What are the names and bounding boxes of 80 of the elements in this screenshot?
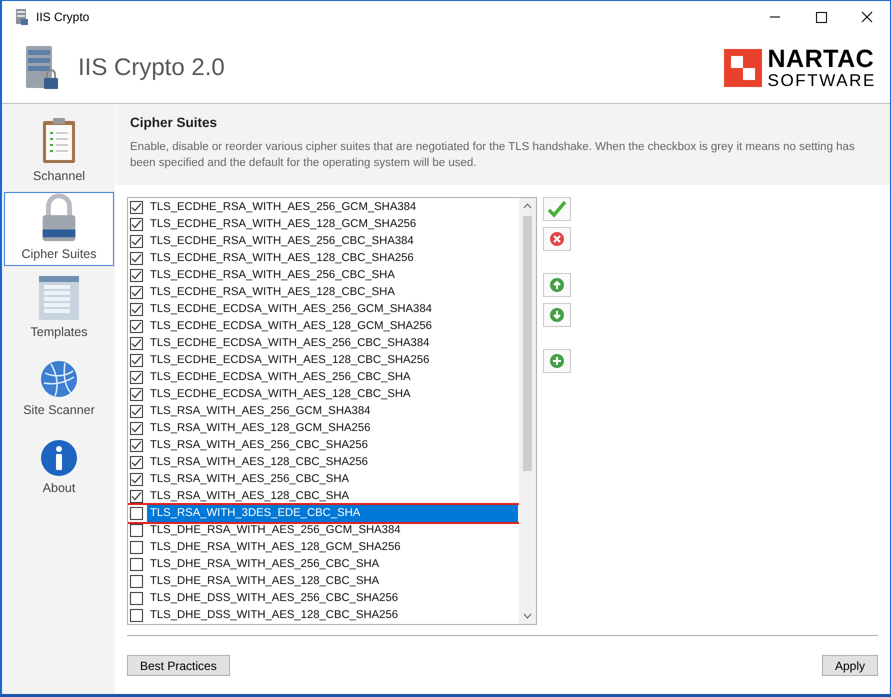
sidebar-item[interactable]: About <box>4 426 114 500</box>
checkbox[interactable] <box>130 507 143 520</box>
sidebar-item[interactable]: Schannel <box>4 114 114 188</box>
checkbox[interactable] <box>130 422 143 435</box>
plus-icon <box>549 353 565 369</box>
checkbox[interactable] <box>130 558 143 571</box>
cipher-item[interactable]: TLS_ECDHE_ECDSA_WITH_AES_256_GCM_SHA384 <box>147 301 519 318</box>
apply-button[interactable]: Apply <box>822 655 878 676</box>
checkbox[interactable] <box>130 218 143 231</box>
cipher-item[interactable]: TLS_DHE_DSS_WITH_AES_256_CBC_SHA256 <box>147 590 519 607</box>
cipher-item[interactable]: TLS_RSA_WITH_AES_128_CBC_SHA256 <box>147 454 519 471</box>
cipher-item[interactable]: TLS_DHE_RSA_WITH_AES_128_GCM_SHA256 <box>147 539 519 556</box>
list-window-icon <box>38 275 80 321</box>
cipher-item[interactable]: TLS_RSA_WITH_AES_256_CBC_SHA256 <box>147 437 519 454</box>
checkbox[interactable] <box>130 456 143 469</box>
checkbox[interactable] <box>130 337 143 350</box>
cipher-item[interactable]: TLS_ECDHE_RSA_WITH_AES_128_CBC_SHA256 <box>147 250 519 267</box>
checkmark-icon <box>547 199 567 219</box>
cipher-item[interactable]: TLS_DHE_RSA_WITH_AES_256_CBC_SHA <box>147 556 519 573</box>
checkbox[interactable] <box>130 541 143 554</box>
cipher-item[interactable]: TLS_ECDHE_RSA_WITH_AES_256_GCM_SHA384 <box>147 199 519 216</box>
checkbox[interactable] <box>130 371 143 384</box>
cipher-item[interactable]: TLS_ECDHE_RSA_WITH_AES_256_CBC_SHA384 <box>147 233 519 250</box>
cipher-item[interactable]: TLS_ECDHE_ECDSA_WITH_AES_128_CBC_SHA256 <box>147 352 519 369</box>
cipher-item[interactable]: TLS_ECDHE_ECDSA_WITH_AES_256_CBC_SHA384 <box>147 335 519 352</box>
checkbox[interactable] <box>130 524 143 537</box>
move-up-button[interactable] <box>543 273 571 297</box>
enable-button[interactable] <box>543 197 571 221</box>
cipher-item[interactable]: TLS_RSA_WITH_AES_256_GCM_SHA384 <box>147 403 519 420</box>
move-down-button[interactable] <box>543 303 571 327</box>
add-button[interactable] <box>543 349 571 373</box>
checkbox[interactable] <box>130 252 143 265</box>
checkbox[interactable] <box>130 575 143 588</box>
window-title: IIS Crypto <box>36 10 90 24</box>
cipher-item[interactable]: TLS_ECDHE_RSA_WITH_AES_256_CBC_SHA <box>147 267 519 284</box>
cipher-item[interactable]: TLS_ECDHE_RSA_WITH_AES_128_GCM_SHA256 <box>147 216 519 233</box>
globe-icon <box>39 359 79 399</box>
remove-icon <box>549 231 565 247</box>
checkbox[interactable] <box>130 439 143 452</box>
sidebar-item[interactable]: Site Scanner <box>4 348 114 422</box>
sidebar-item[interactable]: Cipher Suites <box>4 192 114 266</box>
checkbox[interactable] <box>130 592 143 605</box>
sidebar-item[interactable]: Templates <box>4 270 114 344</box>
checkbox[interactable] <box>130 388 143 401</box>
checkbox[interactable] <box>130 235 143 248</box>
section-description: Enable, disable or reorder various cipher suites that are negotiated for the TLS handshake. When the checkbox is grey it means no setting has been specified and the default for the operating system will be used. <box>130 140 856 171</box>
cipher-item[interactable]: TLS_RSA_WITH_AES_256_CBC_SHA <box>147 471 519 488</box>
checkbox[interactable] <box>130 201 143 214</box>
cipher-item[interactable]: TLS_ECDHE_ECDSA_WITH_AES_256_CBC_SHA <box>147 369 519 386</box>
logo-text: SOFTWARE <box>768 72 876 89</box>
checkbox[interactable] <box>130 303 143 316</box>
arrow-up-icon <box>549 277 565 293</box>
cipher-item[interactable]: TLS_DHE_RSA_WITH_AES_256_GCM_SHA384 <box>147 522 519 539</box>
arrow-down-icon <box>549 307 565 323</box>
section-title: Cipher Suites <box>130 115 218 130</box>
best-practices-button[interactable]: Best Practices <box>127 655 230 676</box>
checkbox[interactable] <box>130 354 143 367</box>
app-title: IIS Crypto 2.0 <box>78 54 225 82</box>
cipher-item[interactable]: TLS_RSA_WITH_AES_128_GCM_SHA256 <box>147 420 519 437</box>
checkbox[interactable] <box>130 320 143 333</box>
cipher-item[interactable]: TLS_RSA_WITH_3DES_EDE_CBC_SHA <box>147 505 518 522</box>
cipher-item[interactable]: TLS_ECDHE_RSA_WITH_AES_128_CBC_SHA <box>147 284 519 301</box>
cipher-item[interactable]: TLS_ECDHE_ECDSA_WITH_AES_128_CBC_SHA <box>147 386 519 403</box>
cipher-item[interactable]: TLS_DHE_RSA_WITH_AES_128_CBC_SHA <box>147 573 519 590</box>
scrollbar[interactable] <box>519 198 536 624</box>
checkbox[interactable] <box>130 405 143 418</box>
cipher-item[interactable]: TLS_DHE_DSS_WITH_AES_128_CBC_SHA256 <box>147 607 519 624</box>
cipher-item[interactable]: TLS_RSA_WITH_AES_128_CBC_SHA <box>147 488 519 505</box>
checkbox[interactable] <box>130 490 143 503</box>
info-icon <box>40 439 78 477</box>
logo-text: NARTAC <box>768 47 876 72</box>
clipboard-icon <box>41 117 77 165</box>
logo-icon <box>724 49 762 87</box>
checkbox[interactable] <box>130 269 143 282</box>
checkbox[interactable] <box>130 286 143 299</box>
server-icon <box>15 9 29 25</box>
cipher-item[interactable]: TLS_ECDHE_ECDSA_WITH_AES_128_GCM_SHA256 <box>147 318 519 335</box>
checkbox[interactable] <box>130 473 143 486</box>
checkbox[interactable] <box>130 609 143 622</box>
disable-button[interactable] <box>543 227 571 251</box>
